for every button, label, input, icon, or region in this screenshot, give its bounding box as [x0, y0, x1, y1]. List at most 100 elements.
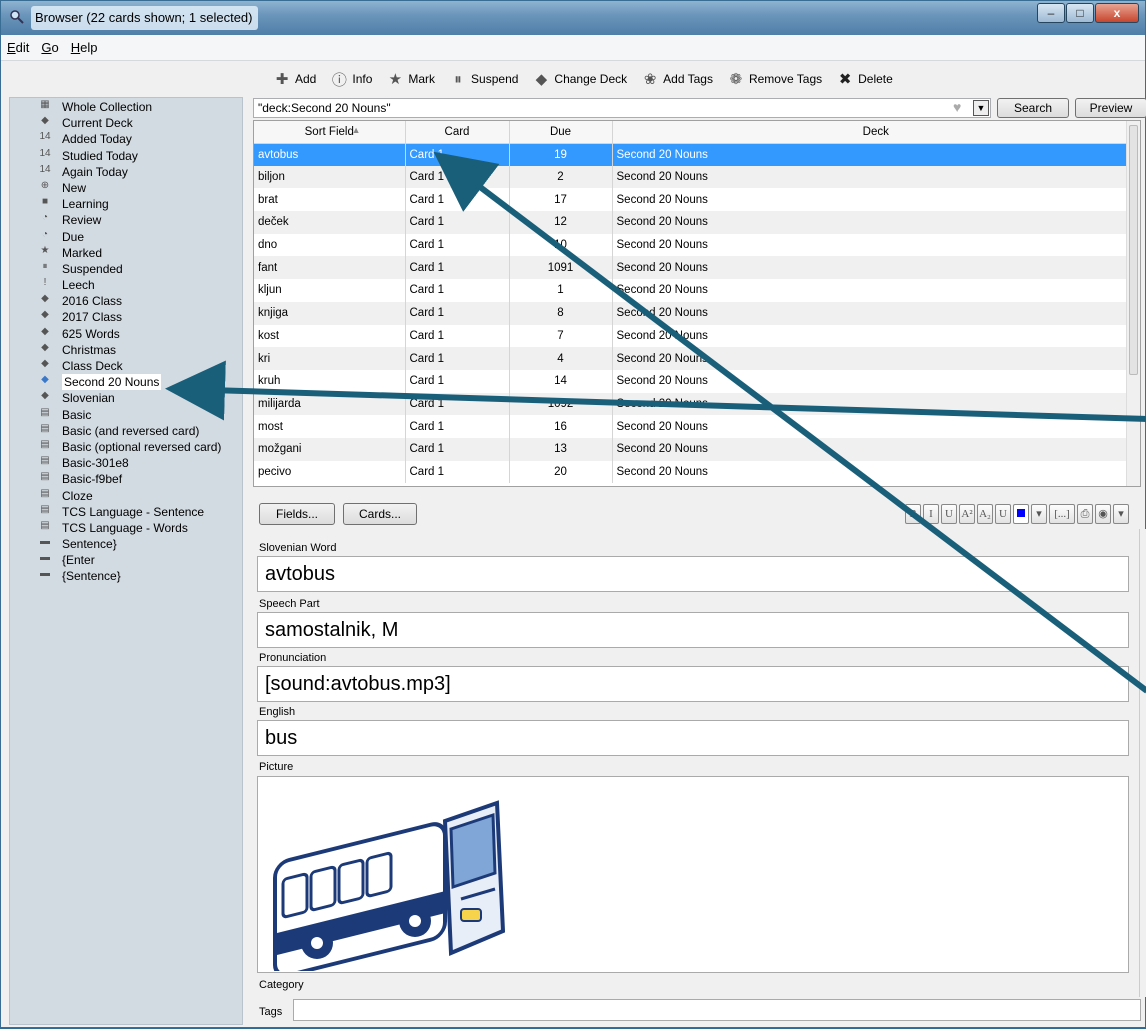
search-input[interactable] — [253, 98, 991, 118]
record-button[interactable]: ◉ — [1095, 504, 1111, 524]
remove-tags-button[interactable]: ❁ Remove Tags — [727, 70, 822, 88]
field-picture[interactable] — [257, 776, 1129, 973]
menu-help[interactable]: Help — [71, 40, 98, 55]
info-button[interactable]: ⓘ Info — [330, 69, 373, 90]
sidebar-item[interactable]: ▬ Sentence} — [10, 536, 242, 552]
sidebar-item[interactable]: 14 Again Today — [10, 164, 242, 180]
table-row[interactable]: brat Card 1 17 Second 20 Nouns — [254, 188, 1140, 212]
sidebar-item[interactable]: ▤ Basic (optional reversed card) — [10, 439, 242, 455]
sidebar-item[interactable]: 14 Studied Today — [10, 148, 242, 164]
field-speech-part[interactable]: samostalnik, M — [257, 612, 1129, 648]
sidebar-item[interactable]: ▦ Whole Collection — [10, 99, 242, 115]
sidebar-item[interactable]: ◆ Current Deck — [10, 115, 242, 131]
underline-button[interactable]: U — [941, 504, 957, 524]
superscript-button[interactable]: A² — [959, 504, 975, 524]
search-button[interactable]: Search — [997, 98, 1069, 118]
delete-button[interactable]: ✖ Delete — [836, 70, 893, 88]
italic-button[interactable]: I — [923, 504, 939, 524]
sidebar-item[interactable]: ▤ TCS Language - Words — [10, 520, 242, 536]
cards-button[interactable]: Cards... — [343, 503, 417, 525]
more-dropdown-button[interactable]: ▾ — [1113, 504, 1129, 524]
table-row[interactable]: dno Card 1 10 Second 20 Nouns — [254, 233, 1140, 257]
text-color-button[interactable] — [1013, 504, 1029, 524]
sidebar-item[interactable]: ⏸ Suspended — [10, 261, 242, 277]
heart-icon[interactable]: ♥ — [953, 99, 961, 115]
table-row[interactable]: pecivo Card 1 20 Second 20 Nouns — [254, 460, 1140, 484]
field-slovenian-word[interactable]: avtobus — [257, 556, 1129, 592]
table-row[interactable]: deček Card 1 12 Second 20 Nouns — [254, 211, 1140, 234]
sidebar-item[interactable]: ! Leech — [10, 277, 242, 293]
sidebar-item[interactable]: ◆ Christmas — [10, 342, 242, 358]
color-dropdown-button[interactable]: ▾ — [1031, 504, 1047, 524]
column-deck[interactable]: Deck — [612, 121, 1140, 144]
sidebar-item[interactable]: ◆ 2017 Class — [10, 309, 242, 325]
attach-button[interactable]: ⎙ — [1077, 504, 1093, 524]
column-sort-field[interactable]: Sort Field ▲ — [254, 121, 406, 144]
sidebar-item[interactable]: ◆ Slovenian — [10, 390, 242, 406]
sidebar-item[interactable]: ▤ TCS Language - Sentence — [10, 504, 242, 520]
note-type-icon: ▤ — [40, 503, 50, 515]
preview-button[interactable]: Preview — [1075, 98, 1146, 118]
sidebar-item[interactable]: ◔ Review — [10, 212, 242, 228]
sidebar-item[interactable]: ◆ Second 20 Nouns — [10, 374, 242, 391]
sidebar-item[interactable]: ▤ Basic-f9bef — [10, 471, 242, 487]
table-row[interactable]: avtobus Card 1 19 Second 20 Nouns — [254, 143, 1140, 166]
change-deck-button[interactable]: ◆ Change Deck — [532, 70, 628, 88]
sidebar-item[interactable]: ⊕ New — [10, 180, 242, 196]
table-row[interactable]: kruh Card 1 14 Second 20 Nouns — [254, 369, 1140, 393]
table-scrollbar[interactable] — [1126, 121, 1140, 486]
table-row[interactable]: milijarda Card 1 1092 Second 20 Nouns — [254, 392, 1140, 416]
mark-button[interactable]: ★ Mark — [386, 70, 435, 88]
add-icon: ✚ — [275, 71, 289, 88]
cell-due: 16 — [509, 415, 613, 438]
minimize-button[interactable]: – — [1037, 3, 1065, 23]
table-row[interactable]: fant Card 1 1091 Second 20 Nouns — [254, 256, 1140, 280]
fields-button[interactable]: Fields... — [259, 503, 335, 525]
add-button[interactable]: ✚ Add — [273, 70, 317, 88]
sidebar-item[interactable]: ◆ 2016 Class — [10, 293, 242, 309]
editor-toolbar: Fields... Cards... B I U A² A₂ U ▾ [...] ⎙ ◉ ▾ — [253, 501, 1145, 529]
close-button[interactable]: x — [1095, 3, 1139, 23]
cloze-button[interactable]: [...] — [1049, 504, 1075, 524]
note-type-icon: ▤ — [40, 487, 50, 499]
sidebar-item[interactable]: ◆ 625 Words — [10, 326, 242, 342]
card-table: Sort Field ▲ Card Due Deck avtobus Card 11… — [253, 120, 1141, 487]
sidebar-item[interactable]: ▤ Cloze — [10, 488, 242, 504]
subscript-button[interactable]: A₂ — [977, 504, 993, 524]
sidebar-item[interactable]: ★ Marked — [10, 245, 242, 261]
table-row[interactable]: možgani Card 1 13 Second 20 Nouns — [254, 437, 1140, 461]
table-row[interactable]: kri Card 1 4 Second 20 Nouns — [254, 347, 1140, 370]
note-type-icon: ▤ — [40, 519, 50, 531]
table-row[interactable]: biljon Card 1 2 Second 20 Nouns — [254, 165, 1140, 189]
tags-input[interactable] — [293, 999, 1141, 1021]
sidebar-item[interactable]: 14 Added Today — [10, 131, 242, 147]
sidebar-item[interactable]: ◆ Class Deck — [10, 358, 242, 374]
menu-bar: Edit Go Help — [1, 35, 1145, 61]
chevron-down-icon[interactable]: ▼ — [973, 100, 989, 116]
cell-due: 10 — [509, 233, 613, 257]
sidebar-item[interactable]: ▤ Basic-301e8 — [10, 455, 242, 471]
field-pronunciation[interactable]: [sound:avtobus.mp3] — [257, 666, 1129, 702]
sidebar-item[interactable]: ▤ Basic — [10, 407, 242, 423]
menu-go[interactable]: Go — [41, 40, 58, 55]
sidebar-item[interactable]: ■ Learning — [10, 196, 242, 212]
editor-scrollbar[interactable] — [1139, 529, 1146, 997]
column-due[interactable]: Due — [509, 121, 613, 144]
bold-button[interactable]: B — [905, 504, 921, 524]
sidebar-item[interactable]: ▤ Basic (and reversed card) — [10, 423, 242, 439]
table-row[interactable]: kljun Card 1 1 Second 20 Nouns — [254, 279, 1140, 302]
sidebar-item[interactable]: ◔ Due — [10, 229, 242, 245]
sidebar-item[interactable]: ▬ {Enter — [10, 552, 242, 568]
table-row[interactable]: most Card 1 16 Second 20 Nouns — [254, 415, 1140, 438]
sidebar-item[interactable]: ▬ {Sentence} — [10, 568, 242, 584]
table-row[interactable]: kost Card 1 7 Second 20 Nouns — [254, 324, 1140, 348]
field-english[interactable]: bus — [257, 720, 1129, 756]
add-tags-button[interactable]: ❀ Add Tags — [641, 70, 713, 88]
maximize-button[interactable]: □ — [1066, 3, 1094, 23]
column-card[interactable]: Card — [405, 121, 510, 144]
menu-edit[interactable]: Edit — [7, 40, 29, 55]
deck-icon: ◆ — [41, 309, 49, 321]
clear-format-button[interactable]: U — [995, 504, 1011, 524]
table-row[interactable]: knjiga Card 1 8 Second 20 Nouns — [254, 301, 1140, 325]
suspend-button[interactable]: ⏸ Suspend — [449, 71, 518, 88]
